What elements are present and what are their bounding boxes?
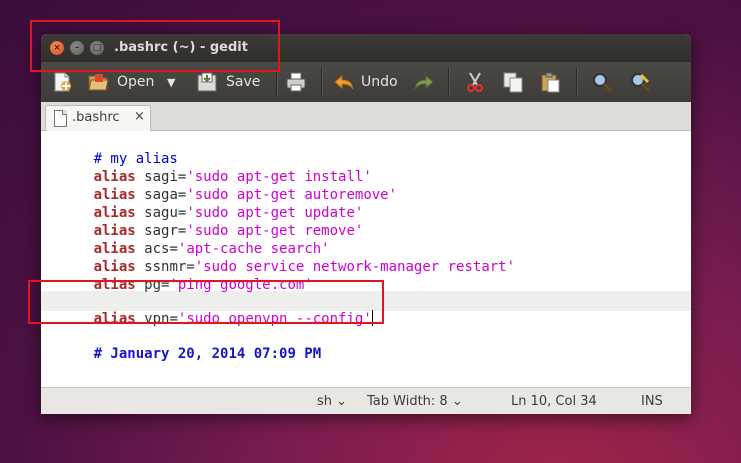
paste-clipboard-icon	[541, 72, 560, 93]
vpn-line-highlight-annotation	[28, 280, 384, 324]
text-editor[interactable]: # my alias alias sagi='sudo apt-get inst…	[41, 131, 691, 387]
document-icon	[54, 110, 67, 127]
tab-bashrc[interactable]: .bashrc ×	[45, 105, 151, 131]
tab-width-selector[interactable]: Tab Width: 8 ⌄	[367, 394, 463, 409]
open-button[interactable]: Open	[87, 70, 154, 94]
chevron-down-icon: ⌄	[451, 394, 463, 409]
redo-button[interactable]	[413, 70, 435, 94]
dropdown-arrow-icon: ▼	[167, 75, 176, 89]
find-replace-icon	[631, 73, 651, 93]
code-line: # January 20, 2014 07:09 PM	[43, 327, 322, 362]
tab-width-label: Tab Width: 8	[367, 394, 448, 409]
save-label: Save	[226, 74, 261, 90]
code-line: # my alias	[43, 132, 178, 167]
printer-icon	[286, 72, 306, 92]
comment-text: # January 20, 2014 07:09 PM	[93, 346, 322, 362]
language-selector[interactable]: sh ⌄	[317, 394, 347, 409]
find-button[interactable]	[591, 70, 613, 94]
paste-button[interactable]	[539, 70, 561, 94]
code-line: alias acs='apt-cache search'	[43, 222, 330, 257]
copy-button[interactable]	[502, 70, 524, 94]
code-line: alias saga='sudo apt-get autoremove'	[43, 168, 397, 203]
toolbar-separator	[321, 68, 323, 96]
find-replace-button[interactable]	[629, 70, 651, 94]
tab-label: .bashrc	[72, 110, 120, 125]
tab-bar: .bashrc ×	[41, 102, 691, 131]
code-line: alias sagu='sudo apt-get update'	[43, 186, 364, 221]
new-document-button[interactable]	[51, 70, 73, 94]
search-icon	[593, 73, 613, 93]
toolbar-separator	[448, 68, 450, 96]
open-folder-icon	[88, 74, 109, 91]
print-button[interactable]	[285, 70, 307, 94]
undo-label: Undo	[361, 74, 398, 90]
cursor-position: Ln 10, Col 34	[511, 394, 597, 409]
save-button[interactable]: Save	[196, 70, 260, 94]
code-line: alias ssnmr='sudo service network-manage…	[43, 240, 515, 275]
open-label: Open	[117, 74, 155, 90]
code-line: alias sagi='sudo apt-get install'	[43, 150, 372, 185]
toolbar-separator	[576, 68, 578, 96]
cut-button[interactable]	[464, 70, 486, 94]
scissors-icon	[467, 72, 483, 92]
save-icon	[197, 72, 217, 92]
code-line: alias sagr='sudo apt-get remove'	[43, 204, 364, 239]
undo-button[interactable]: Undo	[333, 70, 398, 94]
gedit-window: × – □ .bashrc (~) - gedit Open ▼ Save Un…	[41, 34, 691, 414]
undo-arrow-icon	[334, 74, 354, 90]
close-tab-icon[interactable]: ×	[134, 109, 145, 124]
copy-icon	[503, 72, 523, 93]
status-bar: sh ⌄ Tab Width: 8 ⌄ Ln 10, Col 34 INS	[41, 387, 691, 414]
chevron-down-icon: ⌄	[336, 394, 348, 409]
toolbar-separator	[276, 68, 278, 96]
open-recent-dropdown[interactable]: ▼	[167, 70, 175, 94]
redo-arrow-icon	[414, 74, 434, 90]
language-label: sh	[317, 394, 333, 409]
new-document-icon	[54, 72, 71, 92]
title-highlight-annotation	[30, 20, 280, 72]
code-line: alias pg='ping google.com'	[43, 258, 313, 293]
insert-mode: INS	[641, 394, 663, 409]
